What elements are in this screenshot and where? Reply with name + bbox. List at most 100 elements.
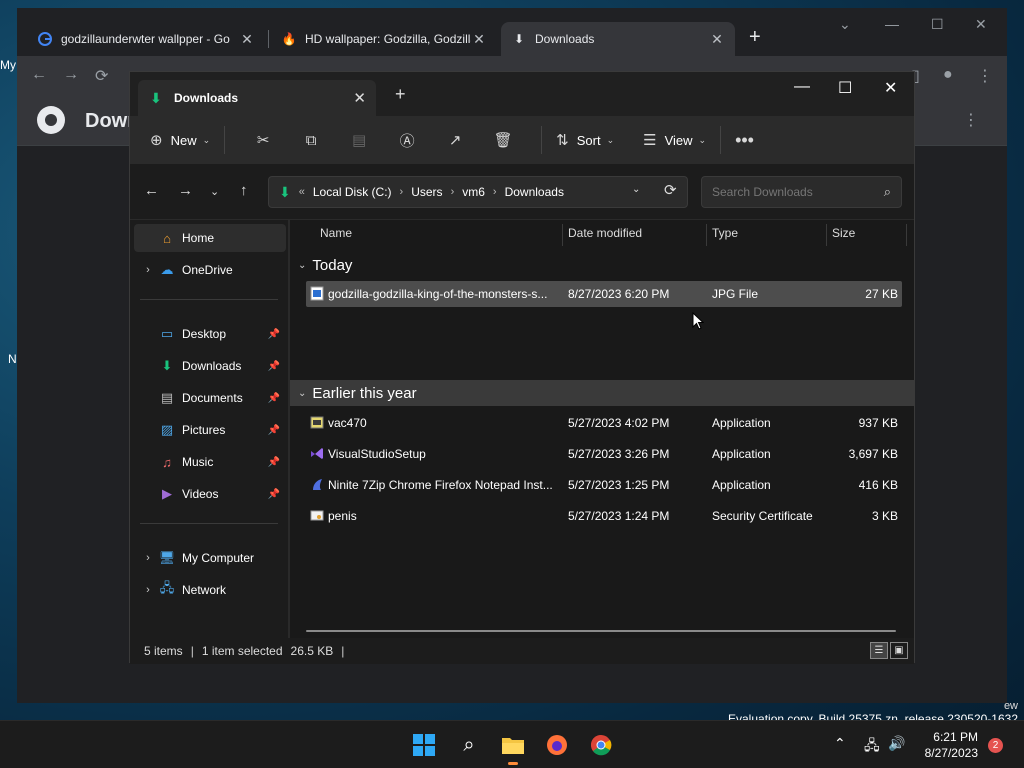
pin-icon[interactable]: 📌 <box>268 361 280 372</box>
nav-item-my-computer[interactable]: › 🖥 My Computer <box>134 544 286 572</box>
nav-item-pictures[interactable]: ▨ Pictures 📌 <box>134 416 286 444</box>
chevron-right-icon[interactable]: › <box>400 186 404 198</box>
network-icon: 🖧 <box>159 580 175 595</box>
chevron-down-icon[interactable]: ⌄ <box>632 184 640 195</box>
table-row[interactable]: vac470 5/27/2023 4:02 PM Application 937… <box>306 410 902 436</box>
maximize-icon[interactable]: ☐ <box>838 78 852 98</box>
nav-item-network[interactable]: › 🖧 Network <box>134 576 286 604</box>
firefox-icon[interactable] <box>543 731 571 759</box>
pin-icon[interactable]: 📌 <box>268 457 280 468</box>
tab-search-icon[interactable]: ⌄ <box>839 16 851 33</box>
forward-icon[interactable]: → <box>178 182 193 199</box>
chrome-tab-3[interactable]: ⬇ Downloads ✕ <box>501 22 735 56</box>
details-view-icon[interactable]: ☰ <box>870 642 888 659</box>
more-icon[interactable]: ⋮ <box>963 110 979 130</box>
close-icon[interactable]: ✕ <box>239 31 255 48</box>
watermark-line: ew <box>1003 700 1018 712</box>
tiles-view-icon[interactable]: ▣ <box>890 642 908 659</box>
up-icon[interactable]: ↑ <box>240 182 248 199</box>
chrome-icon[interactable] <box>587 731 615 759</box>
start-icon[interactable] <box>410 731 438 759</box>
volume-icon[interactable]: 🔊 <box>888 735 905 752</box>
chevron-right-icon[interactable]: › <box>451 186 455 198</box>
table-row[interactable]: godzilla-godzilla-king-of-the-monsters-s… <box>306 281 902 307</box>
breadcrumb-item[interactable]: Local Disk (C:) <box>313 185 392 199</box>
new-tab-button[interactable]: + <box>749 26 761 49</box>
reload-icon[interactable]: ⟳ <box>95 66 108 86</box>
copy-button[interactable]: ⧉ <box>287 124 335 156</box>
new-tab-button[interactable]: + <box>395 84 406 105</box>
nav-item-home[interactable]: ⌂ Home <box>134 224 286 252</box>
refresh-icon[interactable]: ⟳ <box>664 181 677 199</box>
pin-icon[interactable]: 📌 <box>268 489 280 500</box>
nav-item-videos[interactable]: ▶ Videos 📌 <box>134 480 286 508</box>
table-row[interactable]: VisualStudioSetup 5/27/2023 3:26 PM Appl… <box>306 441 902 467</box>
horizontal-scrollbar[interactable] <box>306 630 896 632</box>
group-header-earlier[interactable]: ⌄ Earlier this year <box>290 380 914 406</box>
paste-button[interactable]: ▤ <box>335 124 383 156</box>
pin-icon[interactable]: 📌 <box>268 425 280 436</box>
close-window-icon[interactable]: ✕ <box>975 16 987 33</box>
pin-icon[interactable]: 📌 <box>268 393 280 404</box>
breadcrumb-item[interactable]: vm6 <box>462 185 485 199</box>
forward-icon[interactable]: → <box>63 66 79 84</box>
view-button[interactable]: ☰ View ⌄ <box>643 124 706 156</box>
maximize-icon[interactable]: ☐ <box>931 16 944 33</box>
table-row[interactable]: Ninite 7Zip Chrome Firefox Notepad Inst.… <box>306 472 902 498</box>
address-bar[interactable]: ⬇ « Local Disk (C:) › Users › vm6 › Down… <box>268 176 688 208</box>
chevron-down-icon: ⌄ <box>298 387 307 399</box>
explorer-tab-downloads[interactable]: ⬇ Downloads ✕ <box>138 80 376 116</box>
breadcrumb-item[interactable]: Users <box>411 185 442 199</box>
nav-item-desktop[interactable]: ▭ Desktop 📌 <box>134 320 286 348</box>
search-icon[interactable]: ⌕ <box>455 731 483 759</box>
table-row[interactable]: penis 5/27/2023 1:24 PM Security Certifi… <box>306 503 902 529</box>
chevron-right-icon[interactable]: › <box>493 186 497 198</box>
column-header-name[interactable]: Name <box>320 226 352 240</box>
network-status-icon[interactable]: 🖧 <box>864 735 880 759</box>
column-divider[interactable] <box>562 224 563 246</box>
chevron-right-icon[interactable]: › <box>138 264 158 276</box>
column-header-size[interactable]: Size <box>832 226 855 240</box>
column-divider[interactable] <box>826 224 827 246</box>
group-header-today[interactable]: ⌄ Today <box>290 252 914 278</box>
chevron-right-icon[interactable]: › <box>138 552 158 564</box>
share-button[interactable]: ↗ <box>431 124 479 156</box>
back-icon[interactable]: ← <box>144 182 159 199</box>
column-divider[interactable] <box>706 224 707 246</box>
recent-locations-icon[interactable]: ⌄ <box>210 185 219 198</box>
back-icon[interactable]: ← <box>31 66 47 84</box>
new-button[interactable]: ⊕ New ⌄ <box>150 124 210 156</box>
nav-item-music[interactable]: ♫ Music 📌 <box>134 448 286 476</box>
pin-icon[interactable]: 📌 <box>268 329 280 340</box>
nav-item-onedrive[interactable]: › ☁ OneDrive <box>134 256 286 284</box>
chrome-tab-1[interactable]: godzillaunderwter wallpper - Go ✕ <box>27 22 265 56</box>
chevron-up-icon[interactable]: ⌃ <box>834 735 846 752</box>
cut-button[interactable]: ✂ <box>239 124 287 156</box>
column-divider[interactable] <box>906 224 907 246</box>
overflow-icon[interactable]: « <box>299 186 305 198</box>
search-box[interactable]: ⌕ <box>701 176 902 208</box>
column-header-type[interactable]: Type <box>712 226 738 240</box>
close-icon[interactable]: ✕ <box>353 89 366 107</box>
search-input[interactable] <box>712 185 862 199</box>
clock[interactable]: 6:21 PM 8/27/2023 <box>912 729 978 761</box>
minimize-icon[interactable]: — <box>794 78 810 96</box>
delete-button[interactable]: 🗑 <box>479 124 527 156</box>
notification-badge[interactable]: 2 <box>988 738 1003 753</box>
file-explorer-icon[interactable] <box>499 731 527 765</box>
rename-button[interactable]: Ⓐ <box>383 124 431 156</box>
close-window-icon[interactable]: ✕ <box>884 78 897 98</box>
close-icon[interactable]: ✕ <box>471 31 487 48</box>
menu-icon[interactable]: ⋮ <box>977 66 993 86</box>
close-icon[interactable]: ✕ <box>709 31 725 48</box>
nav-item-downloads[interactable]: ⬇ Downloads 📌 <box>134 352 286 380</box>
minimize-icon[interactable]: — <box>885 16 899 32</box>
chrome-tab-2[interactable]: 🔥 HD wallpaper: Godzilla, Godzilla: ✕ <box>271 22 497 56</box>
see-more-button[interactable]: ••• <box>735 124 754 156</box>
profile-icon[interactable]: ● <box>943 66 953 84</box>
breadcrumb-item[interactable]: Downloads <box>505 185 564 199</box>
nav-item-documents[interactable]: ▤ Documents 📌 <box>134 384 286 412</box>
column-header-date[interactable]: Date modified <box>568 226 642 240</box>
sort-button[interactable]: ⇅ Sort ⌄ <box>556 124 614 156</box>
chevron-right-icon[interactable]: › <box>138 584 158 596</box>
